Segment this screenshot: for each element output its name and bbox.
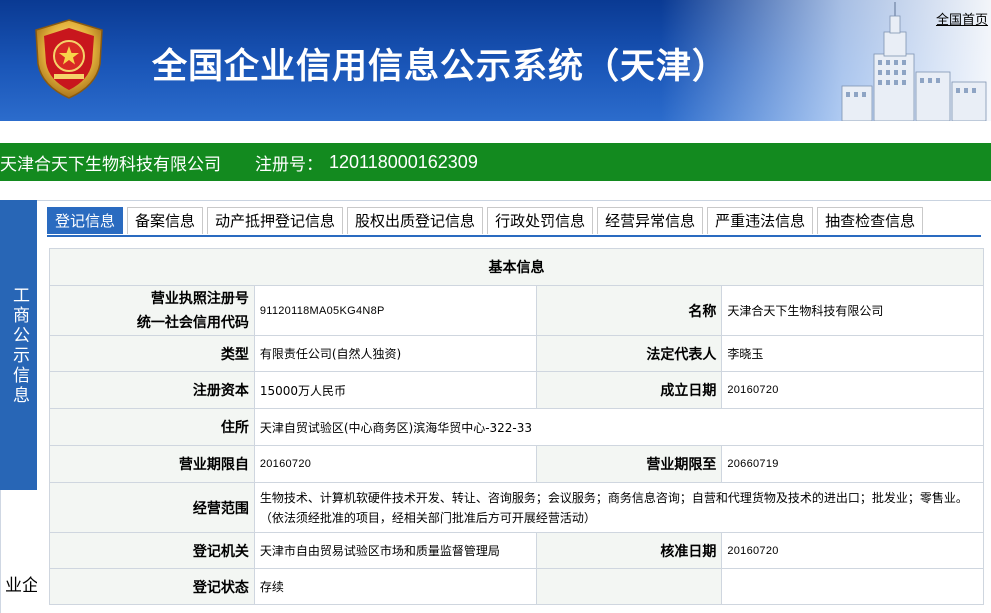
side-tab-business-info[interactable]: 工商公示信息 (0, 200, 37, 490)
capital-label: 注册资本 (49, 371, 255, 409)
home-link[interactable]: 全国首页 (936, 9, 988, 28)
term-from-value: 20160720 (253, 445, 537, 483)
scope-line-1: 生物技术、计算机软硬件技术开发、转让、咨询服务；会议服务；商务信息咨询；自营和代… (259, 490, 968, 505)
term-from-label: 营业期限自 (49, 445, 255, 483)
authority-value: 天津市自由贸易试验区市场和质量监督管理局 (253, 532, 537, 569)
tab-filing-info[interactable]: 备案信息 (127, 207, 204, 234)
tab-serious-violation[interactable]: 严重违法信息 (707, 207, 814, 234)
side-tab-label: 工商公示信息 (9, 286, 29, 406)
tab-administrative-penalty[interactable]: 行政处罚信息 (487, 207, 594, 234)
empty-label-cell (535, 568, 723, 605)
type-label: 类型 (49, 335, 255, 372)
empty-value-cell (721, 568, 984, 605)
tab-abnormal-operation[interactable]: 经营异常信息 (597, 207, 704, 234)
address-value: 天津自贸试验区(中心商务区)滨海华贸中心-322-33 (253, 408, 985, 446)
reg-number-label: 注册号： (255, 154, 323, 175)
approval-date-value: 20160720 (721, 532, 984, 569)
national-emblem-icon (35, 19, 103, 99)
approval-date-label: 核准日期 (535, 532, 723, 569)
status-value: 存续 (253, 568, 537, 605)
basic-info-table: 基本信息 营业执照注册号 统一社会信用代码 91120118MA05KG4N8P… (49, 248, 985, 605)
capital-value: 15000万人民币 (253, 371, 537, 409)
tab-spot-check[interactable]: 抽查检查信息 (817, 207, 924, 234)
credit-code-label: 统一社会信用代码 (136, 314, 249, 331)
legal-rep-value: 李晓玉 (721, 335, 984, 372)
tab-registration-info[interactable]: 登记信息 (47, 207, 124, 234)
type-value: 有限责任公司(自然人独资) (253, 335, 537, 372)
name-label: 名称 (535, 285, 723, 336)
tab-bar: 登记信息 备案信息 动产抵押登记信息 股权出质登记信息 行政处罚信息 经营异常信… (47, 207, 927, 235)
scope-line-2: （依法须经批准的项目，经相关部门批准后方可开展经营活动） (259, 510, 596, 525)
status-label: 登记状态 (49, 568, 255, 605)
side-tab-enterprise[interactable]: 企业 (0, 490, 38, 613)
name-value: 天津合天下生物科技有限公司 (721, 285, 984, 336)
term-to-label: 营业期限至 (535, 445, 723, 483)
site-title: 全国企业信用信息公示系统（天津） (152, 47, 729, 87)
credit-code-value: 91120118MA05KG4N8P (259, 304, 385, 317)
license-and-credit-code-value: 91120118MA05KG4N8P (253, 285, 537, 336)
term-to-value: 20660719 (721, 445, 984, 483)
side-tab-label: 企业 (1, 576, 38, 596)
established-label: 成立日期 (535, 371, 723, 409)
scope-value: 生物技术、计算机软硬件技术开发、转让、咨询服务；会议服务；商务信息咨询；自营和代… (253, 482, 985, 533)
scope-label: 经营范围 (49, 482, 255, 533)
reg-number-value: 120118000162309 (329, 151, 478, 172)
license-label: 营业执照注册号 (150, 290, 249, 307)
section-title: 基本信息 (49, 248, 984, 286)
content-panel: 登记信息 备案信息 动产抵押登记信息 股权出质登记信息 行政处罚信息 经营异常信… (37, 200, 991, 613)
company-name: 天津合天下生物科技有限公司 (0, 154, 221, 175)
tab-equity-pledge[interactable]: 股权出质登记信息 (347, 207, 484, 234)
authority-label: 登记机关 (49, 532, 255, 569)
header-banner: 全国企业信用信息公示系统（天津） 全国首页 (0, 0, 991, 121)
company-bar: 天津合天下生物科技有限公司 注册号： 120118000162309 (0, 143, 991, 181)
established-value: 20160720 (721, 371, 984, 409)
license-and-credit-code-label: 营业执照注册号 统一社会信用代码 (49, 285, 255, 336)
tab-underline (47, 235, 981, 237)
legal-rep-label: 法定代表人 (535, 335, 723, 372)
tab-chattel-mortgage[interactable]: 动产抵押登记信息 (207, 207, 344, 234)
address-label: 住所 (49, 408, 255, 446)
